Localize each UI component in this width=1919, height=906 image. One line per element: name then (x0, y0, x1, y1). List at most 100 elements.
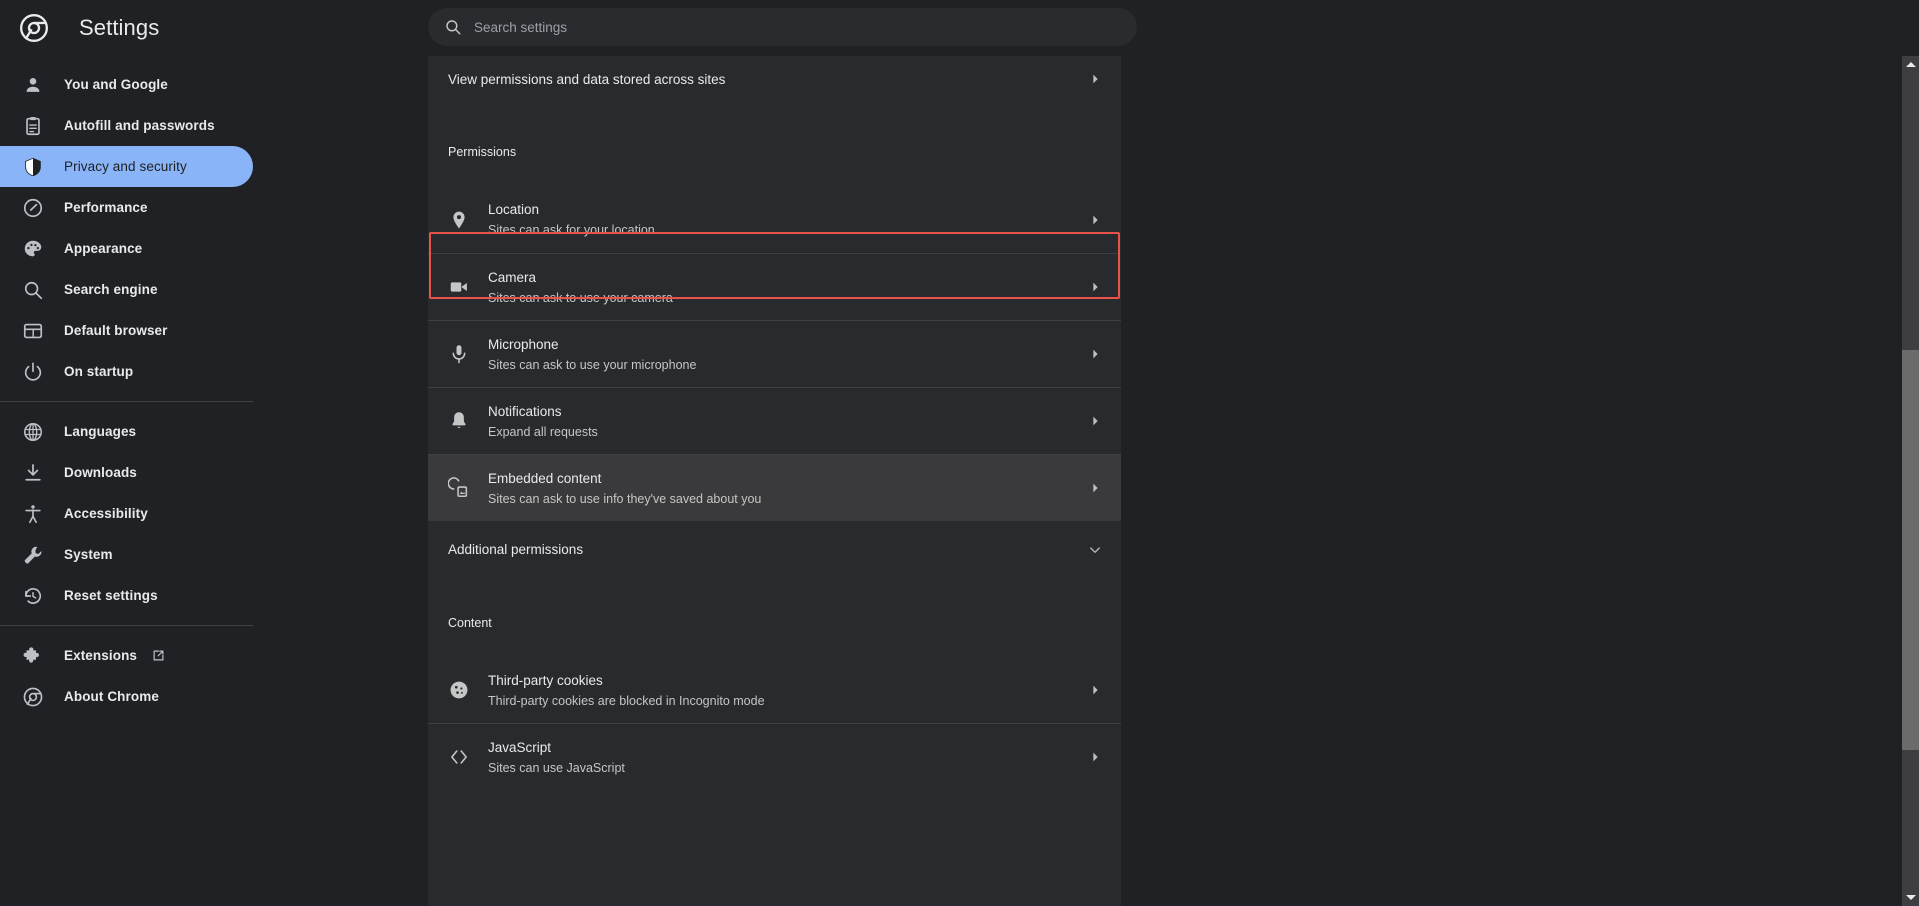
sidebar-item-label: Extensions (64, 648, 138, 663)
row-text: Notifications Expand all requests (488, 402, 1087, 441)
row-text: Camera Sites can ask to use your camera (488, 268, 1087, 307)
sidebar-item-reset-settings[interactable]: Reset settings (0, 575, 253, 616)
row-text: View permissions and data stored across … (448, 70, 1087, 89)
settings-main-scroll-area: View permissions and data stored across … (253, 56, 1906, 906)
row-location[interactable]: Location Sites can ask for your location (428, 186, 1121, 253)
globe-icon (23, 422, 43, 441)
person-icon (26, 77, 40, 92)
row-subtitle: Sites can ask to use info they've saved … (488, 491, 762, 506)
row-text: Microphone Sites can ask to use your mic… (488, 335, 1087, 374)
row-title: View permissions and data stored across … (448, 71, 726, 87)
permissions-section-heading: Permissions (448, 145, 517, 159)
chrome-logo-icon (20, 14, 48, 42)
row-title: Camera (488, 269, 537, 285)
sidebar-item-label: System (64, 547, 113, 562)
sidebar-group-main: You and Google Autofill and passwords Pr… (0, 64, 253, 392)
row-embedded-content[interactable]: Embedded content Sites can ask to use in… (428, 455, 1121, 521)
page-title: Settings (79, 15, 160, 40)
sidebar-item-label: Reset settings (64, 588, 158, 603)
sidebar-item-on-startup[interactable]: On startup (0, 351, 253, 392)
row-javascript[interactable]: JavaScript Sites can use JavaScript (428, 724, 1121, 790)
sidebar-item-extensions[interactable]: Extensions (0, 635, 253, 676)
row-subtitle: Sites can use JavaScript (488, 760, 625, 775)
row-view-permissions-and-data[interactable]: View permissions and data stored across … (428, 56, 1121, 102)
search-icon (24, 281, 43, 299)
puzzle-icon (23, 646, 39, 663)
sidebar-item-label: Search engine (64, 282, 158, 297)
sidebar-item-downloads[interactable]: Downloads (0, 452, 253, 493)
chevron-right-icon (1093, 74, 1098, 84)
chevron-right-icon (1093, 483, 1098, 493)
row-microphone[interactable]: Microphone Sites can ask to use your mic… (428, 321, 1121, 387)
sidebar-item-languages[interactable]: Languages (0, 411, 253, 452)
row-subtitle: Expand all requests (488, 424, 598, 439)
row-title: Location (488, 202, 540, 217)
chevron-right-icon (1093, 282, 1098, 292)
sidebar-item-you-and-google[interactable]: You and Google (0, 64, 253, 105)
chevron-right-icon (1093, 215, 1098, 224)
sidebar-item-privacy-and-security[interactable]: Privacy and security (0, 146, 253, 187)
sidebar-divider (0, 401, 253, 402)
external-link-icon[interactable] (151, 648, 166, 663)
row-text: Location Sites can ask for your location (488, 200, 1087, 239)
sidebar-divider (0, 625, 253, 626)
sidebar-item-label: Autofill and passwords (64, 118, 215, 133)
sidebar-item-label: Privacy and security (64, 159, 187, 174)
embedded-content-icon (448, 477, 468, 498)
sidebar-item-system[interactable]: System (0, 534, 253, 575)
scroll-down-arrow-icon[interactable] (1902, 889, 1919, 906)
browser-window-icon (23, 323, 43, 338)
row-third-party-cookies[interactable]: Third-party cookies Third-party cookies … (428, 657, 1121, 723)
code-brackets-icon (451, 750, 467, 764)
download-icon (25, 463, 41, 481)
row-text: Third-party cookies Third-party cookies … (488, 671, 1087, 710)
clipboard-icon (26, 116, 40, 135)
video-camera-icon (450, 282, 467, 292)
sidebar-group-footer: Extensions About Chrome (0, 635, 253, 717)
microphone-icon (452, 345, 466, 364)
sidebar-item-label: On startup (64, 364, 134, 379)
row-text: Embedded content Sites can ask to use in… (488, 469, 1087, 508)
power-icon (24, 362, 42, 381)
sidebar-item-search-engine[interactable]: Search engine (0, 269, 253, 310)
scroll-up-arrow-icon[interactable] (1902, 56, 1919, 73)
search-settings-box[interactable] (428, 8, 1137, 46)
shield-icon (25, 157, 41, 176)
row-title: Third-party cookies (488, 672, 603, 688)
row-text: JavaScript Sites can use JavaScript (488, 738, 1087, 777)
sidebar-item-autofill-and-passwords[interactable]: Autofill and passwords (0, 105, 253, 146)
settings-sidebar: You and Google Autofill and passwords Pr… (0, 56, 253, 906)
sidebar-item-label: About Chrome (64, 689, 159, 704)
scrollbar-thumb[interactable] (1902, 350, 1919, 750)
chevron-right-icon (1093, 416, 1098, 426)
sidebar-item-label: Downloads (64, 465, 137, 480)
chevron-right-icon (1093, 752, 1098, 762)
sidebar-item-label: Accessibility (64, 506, 148, 521)
row-subtitle: Sites can ask to use your microphone (488, 357, 697, 372)
vertical-scrollbar[interactable] (1902, 56, 1919, 906)
sidebar-item-label: Appearance (64, 241, 143, 256)
sidebar-item-default-browser[interactable]: Default browser (0, 310, 253, 351)
row-text: Additional permissions (448, 540, 1087, 559)
search-icon (446, 20, 461, 35)
sidebar-item-appearance[interactable]: Appearance (0, 228, 253, 269)
sidebar-item-about-chrome[interactable]: About Chrome (0, 676, 253, 717)
wrench-icon (24, 546, 42, 563)
settings-header: Settings (0, 0, 1919, 56)
accessibility-icon (25, 504, 41, 523)
sidebar-item-performance[interactable]: Performance (0, 187, 253, 228)
row-additional-permissions[interactable]: Additional permissions (428, 521, 1121, 578)
sidebar-item-label: Languages (64, 424, 137, 439)
sidebar-item-accessibility[interactable]: Accessibility (0, 493, 253, 534)
search-input[interactable] (474, 19, 1123, 35)
location-pin-icon (453, 211, 465, 228)
privacy-settings-card: View permissions and data stored across … (428, 56, 1121, 906)
bell-icon (452, 412, 466, 429)
row-title: Embedded content (488, 470, 602, 486)
row-title: Notifications (488, 403, 562, 419)
row-camera[interactable]: Camera Sites can ask to use your camera (428, 254, 1121, 320)
row-notifications[interactable]: Notifications Expand all requests (428, 388, 1121, 454)
